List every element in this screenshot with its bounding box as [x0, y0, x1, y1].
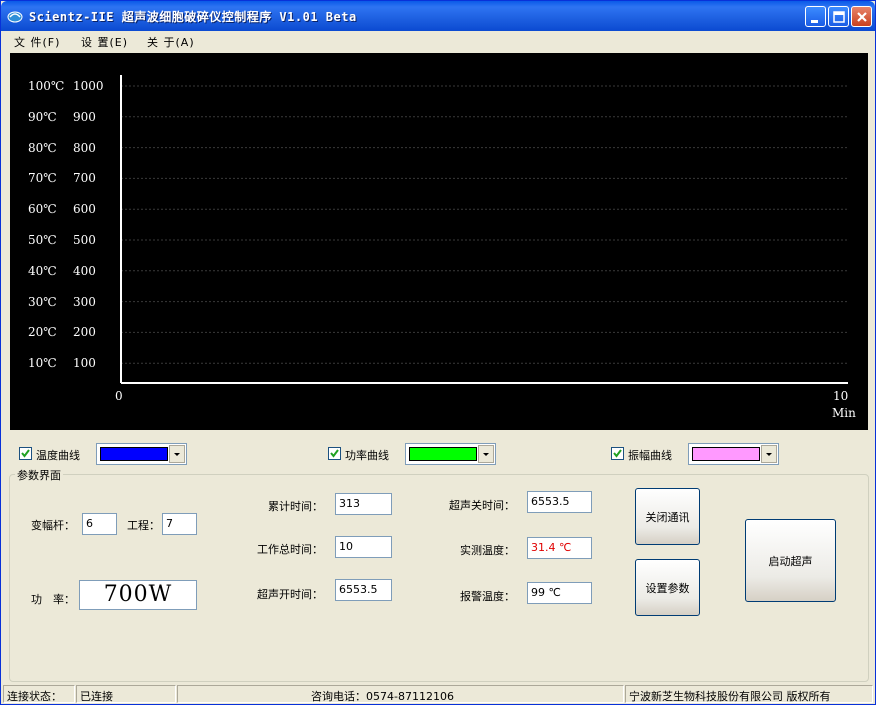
sonic-off-time-label: 超声关时间： — [449, 499, 515, 512]
temperature-color-swatch — [100, 447, 168, 461]
alarm-temp-label: 报警温度： — [460, 590, 515, 603]
y-tick-temperature: 10℃ — [28, 356, 57, 371]
y-tick-temperature: 20℃ — [28, 325, 57, 340]
legend-power: 功率曲线 — [328, 443, 498, 465]
window-title: Scientz-IIE 超声波细胞破碎仪控制程序 V1.01 Beta — [29, 10, 357, 24]
horn-label: 变幅杆： — [31, 519, 75, 532]
y-tick-power: 700 — [73, 171, 96, 186]
x-tick-10: 10 — [833, 389, 849, 403]
y-tick-temperature: 80℃ — [28, 140, 57, 155]
amplitude-color-swatch — [692, 447, 760, 461]
power-color-select[interactable] — [405, 443, 496, 465]
temperature-curve-label: 温度曲线 — [36, 449, 80, 462]
y-tick-power: 200 — [73, 325, 96, 340]
legend-amplitude: 振幅曲线 — [611, 443, 781, 465]
y-tick-power: 100 — [73, 356, 96, 371]
y-tick-power: 500 — [73, 233, 96, 247]
close-button[interactable] — [851, 6, 872, 27]
y-tick-temperature: 30℃ — [28, 294, 57, 309]
cumulative-time-field[interactable]: 313 — [335, 493, 392, 515]
amplitude-color-select[interactable] — [688, 443, 779, 465]
horn-field[interactable]: 6 — [82, 513, 117, 535]
power-label: 功 率： — [31, 593, 75, 606]
menu-bar: 文 件(F) 设 置(E) 关 于(A) — [1, 31, 875, 51]
chevron-down-icon[interactable] — [478, 445, 494, 463]
sonic-on-time-field[interactable]: 6553.5 — [335, 579, 392, 601]
minimize-button[interactable] — [805, 6, 826, 27]
app-logo-icon — [7, 8, 23, 24]
power-color-swatch — [409, 447, 477, 461]
power-curve-checkbox[interactable] — [328, 447, 341, 460]
y-tick-temperature: 90℃ — [28, 109, 57, 124]
copyright-info: 宁波新芝生物科技股份有限公司 版权所有 — [625, 685, 873, 703]
amplitude-curve-label: 振幅曲线 — [628, 449, 672, 462]
start-sonic-button[interactable]: 启动超声 — [745, 519, 836, 602]
total-work-time-field[interactable]: 10 — [335, 536, 392, 558]
realtime-chart: 100℃ 1000 90℃ 900 80℃ 800 70℃ 700 60℃ 600 50℃ 500 40… — [10, 53, 868, 430]
phone-info: 咨询电话：0574-87112106 — [177, 685, 624, 703]
y-tick-power: 300 — [73, 294, 96, 309]
total-work-time-label: 工作总时间： — [257, 543, 323, 556]
maximize-button[interactable] — [828, 6, 849, 27]
process-label: 工程： — [127, 519, 160, 532]
close-comm-button[interactable]: 关闭通讯 — [635, 488, 700, 545]
process-field[interactable]: 7 — [162, 513, 197, 535]
legend-temperature: 温度曲线 — [19, 443, 189, 465]
menu-file[interactable]: 文 件(F) — [14, 34, 60, 50]
y-tick-power: 600 — [73, 202, 96, 217]
measured-temp-label: 实测温度： — [460, 544, 515, 557]
y-tick-power: 900 — [73, 109, 96, 124]
chevron-down-icon[interactable] — [761, 445, 777, 463]
y-tick-temperature: 60℃ — [28, 202, 57, 217]
app-window: Scientz-IIE 超声波细胞破碎仪控制程序 V1.01 Beta 文 件(… — [0, 0, 876, 705]
x-tick-0: 0 — [115, 389, 123, 403]
menu-about[interactable]: 关 于(A) — [147, 34, 195, 50]
y-tick-power: 800 — [73, 140, 96, 155]
y-tick-temperature: 100℃ — [28, 79, 65, 93]
parameter-panel-title: 参数界面 — [15, 467, 63, 483]
measured-temp-field: 31.4 ℃ — [527, 537, 592, 559]
status-bar: 连接状态： 已连接 咨询电话：0574-87112106 宁波新芝生物科技股份有… — [1, 684, 875, 704]
alarm-temp-field[interactable]: 99 ℃ — [527, 582, 592, 604]
y-tick-temperature: 70℃ — [28, 171, 57, 186]
connection-status-label: 连接状态： — [3, 685, 75, 703]
y-tick-temperature: 40℃ — [28, 263, 57, 278]
amplitude-curve-checkbox[interactable] — [611, 447, 624, 460]
menu-settings[interactable]: 设 置(E) — [81, 34, 128, 50]
title-bar[interactable]: Scientz-IIE 超声波细胞破碎仪控制程序 V1.01 Beta — [1, 1, 875, 31]
chart-canvas — [120, 75, 848, 384]
power-curve-label: 功率曲线 — [345, 449, 389, 462]
temperature-curve-checkbox[interactable] — [19, 447, 32, 460]
parameter-panel — [9, 474, 869, 682]
sonic-on-time-label: 超声开时间： — [257, 588, 323, 601]
chevron-down-icon[interactable] — [169, 445, 185, 463]
y-tick-temperature: 50℃ — [28, 233, 57, 247]
y-tick-power: 1000 — [73, 79, 104, 93]
temperature-color-select[interactable] — [96, 443, 187, 465]
connection-status-value: 已连接 — [76, 685, 176, 703]
sonic-off-time-field[interactable]: 6553.5 — [527, 491, 592, 513]
power-display: 700W — [79, 580, 197, 610]
x-axis-unit: Min — [832, 406, 856, 420]
y-tick-power: 400 — [73, 263, 96, 278]
set-params-button[interactable]: 设置参数 — [635, 559, 700, 616]
cumulative-time-label: 累计时间： — [268, 500, 323, 513]
